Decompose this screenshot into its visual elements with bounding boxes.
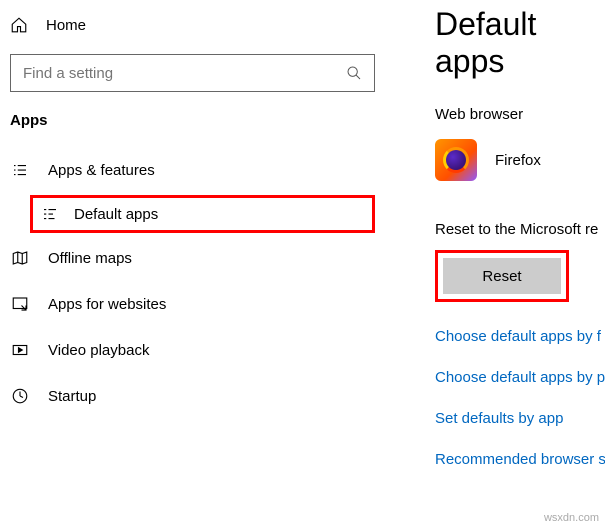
websites-icon <box>10 295 30 313</box>
sidebar-item-label: Apps for websites <box>48 296 166 313</box>
startup-icon <box>10 387 30 405</box>
link-choose-by-filetype[interactable]: Choose default apps by f <box>435 328 605 345</box>
sidebar-item-label: Default apps <box>74 206 158 223</box>
sidebar-item-startup[interactable]: Startup <box>0 373 385 419</box>
sidebar-item-video-playback[interactable]: Video playback <box>0 327 385 373</box>
video-icon <box>10 341 30 359</box>
home-icon <box>10 16 28 34</box>
sidebar-item-label: Startup <box>48 388 96 405</box>
sidebar-item-default-apps[interactable]: Default apps <box>30 195 375 233</box>
home-label: Home <box>46 17 86 34</box>
search-box[interactable] <box>10 54 375 92</box>
sidebar-item-label: Offline maps <box>48 250 132 267</box>
web-browser-label: Web browser <box>435 106 605 123</box>
link-set-defaults-by-app[interactable]: Set defaults by app <box>435 410 605 427</box>
defaults-icon <box>40 205 60 223</box>
search-input[interactable] <box>23 65 328 82</box>
map-icon <box>10 249 30 267</box>
sidebar-item-offline-maps[interactable]: Offline maps <box>0 235 385 281</box>
watermark: wsxdn.com <box>544 512 599 524</box>
page-title: Default apps <box>435 0 605 106</box>
list-icon <box>10 161 30 179</box>
sidebar-item-apps-features[interactable]: Apps & features <box>0 147 385 193</box>
default-browser-row[interactable]: Firefox <box>435 139 605 181</box>
sidebar-item-label: Video playback <box>48 342 149 359</box>
reset-highlight: Reset <box>435 250 569 302</box>
link-choose-by-protocol[interactable]: Choose default apps by p <box>435 369 605 386</box>
reset-description: Reset to the Microsoft re <box>435 221 605 238</box>
main-content: Default apps Web browser Firefox Reset t… <box>385 0 605 530</box>
firefox-icon <box>435 139 477 181</box>
reset-button[interactable]: Reset <box>443 258 561 294</box>
search-icon <box>346 65 362 81</box>
sidebar-item-apps-websites[interactable]: Apps for websites <box>0 281 385 327</box>
sidebar: Home Apps Apps & features <box>0 0 385 530</box>
section-title: Apps <box>0 112 385 147</box>
link-recommended-browser[interactable]: Recommended browser s <box>435 451 605 468</box>
sidebar-item-label: Apps & features <box>48 162 155 179</box>
browser-name: Firefox <box>495 152 541 169</box>
home-nav[interactable]: Home <box>0 10 385 40</box>
